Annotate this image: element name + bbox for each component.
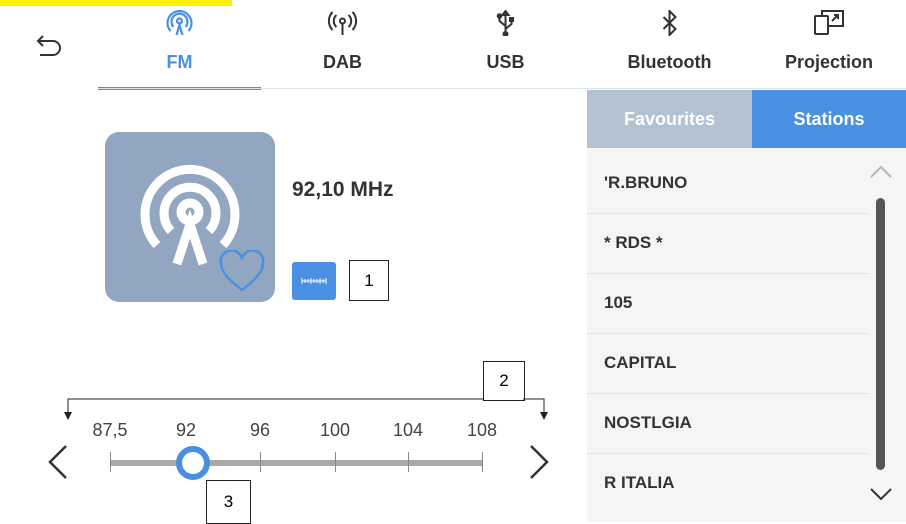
tune-up-chevron-icon[interactable] bbox=[527, 442, 551, 482]
favourites-tab[interactable]: Favourites bbox=[587, 90, 752, 148]
scrollbar-thumb[interactable] bbox=[876, 198, 885, 470]
scale-tick bbox=[408, 452, 409, 472]
station-name: R ITALIA bbox=[604, 473, 675, 492]
scale-label: 104 bbox=[392, 420, 424, 440]
tune-down-chevron-icon[interactable] bbox=[46, 442, 70, 482]
station-name: 'R.BRUNO bbox=[604, 173, 688, 192]
scale-label: 87,5 bbox=[92, 420, 128, 440]
station-item[interactable]: R ITALIA bbox=[587, 453, 869, 513]
scale-label: 108 bbox=[466, 420, 498, 440]
station-item[interactable]: * RDS * bbox=[587, 213, 869, 274]
station-item[interactable]: CAPITAL bbox=[587, 333, 869, 394]
scale-label: 100 bbox=[319, 420, 351, 440]
frequency-slider-track[interactable] bbox=[110, 460, 483, 466]
stations-tab[interactable]: Stations bbox=[752, 90, 906, 148]
station-name: NOSTLGIA bbox=[604, 413, 692, 432]
scale-label: 96 bbox=[249, 420, 271, 440]
station-item[interactable]: NOSTLGIA bbox=[587, 393, 869, 454]
scale-label: 92 bbox=[175, 420, 197, 440]
station-name: 105 bbox=[604, 293, 633, 312]
scale-tick bbox=[260, 452, 261, 472]
station-item[interactable]: 'R.BRUNO bbox=[587, 153, 869, 214]
station-item[interactable]: 105 bbox=[587, 273, 869, 334]
station-name: CAPITAL bbox=[604, 353, 677, 372]
scale-tick bbox=[482, 452, 483, 472]
scroll-down-chevron-icon[interactable] bbox=[868, 486, 894, 502]
scroll-up-chevron-icon[interactable] bbox=[868, 164, 894, 180]
scale-tick bbox=[110, 452, 111, 472]
frequency-slider-knob[interactable] bbox=[176, 446, 210, 480]
scale-tick bbox=[335, 452, 336, 472]
station-name: * RDS * bbox=[604, 233, 663, 252]
